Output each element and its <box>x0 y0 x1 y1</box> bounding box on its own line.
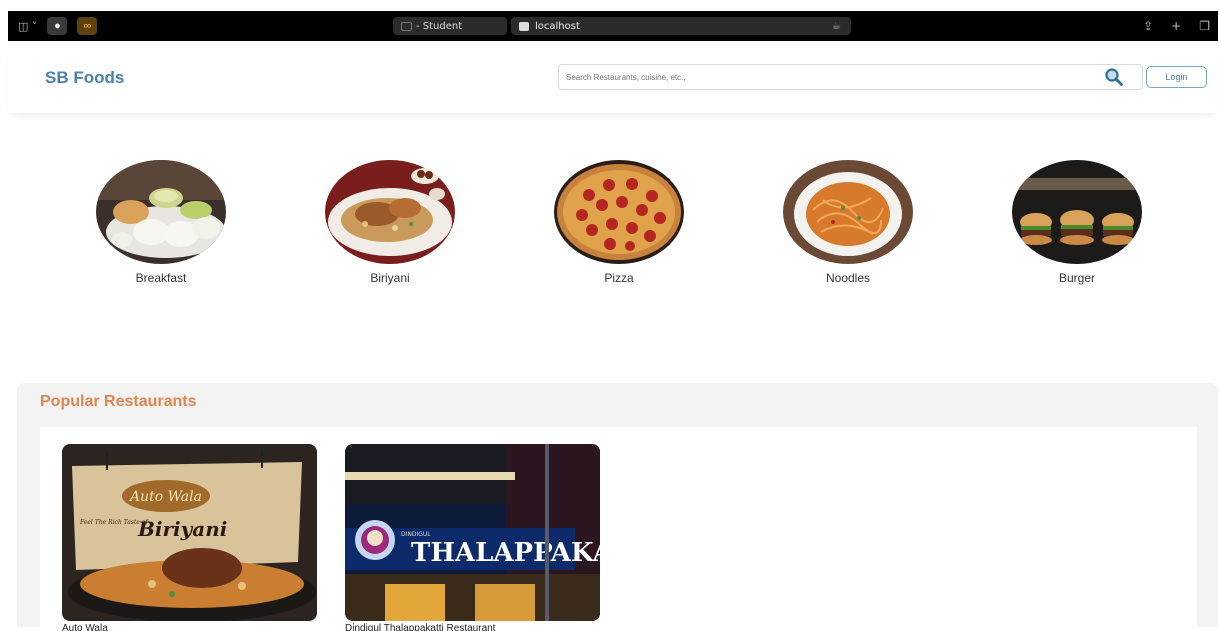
browser-tab-student[interactable]: - Student <box>393 17 507 35</box>
tab-title: - Student <box>416 20 463 32</box>
sidebar-toggle-icon[interactable]: ◫ ˅ <box>18 20 37 33</box>
category-label: Breakfast <box>135 271 187 285</box>
restaurant-list: Auto Wala Feel The Rich Taste of Biriyan… <box>40 427 1197 631</box>
search-icon[interactable] <box>1102 65 1126 89</box>
pizza-photo-icon[interactable] <box>554 160 684 264</box>
category-noodles[interactable]: Noodles <box>783 160 913 285</box>
category-label: Pizza <box>604 271 634 285</box>
url-text: localhost <box>535 20 580 32</box>
section-title: Popular Restaurants <box>40 393 197 410</box>
address-bar[interactable]: localhost ☕ <box>511 17 851 35</box>
popular-restaurants-section: Popular Restaurants Auto Wala Feel The R… <box>17 383 1218 631</box>
category-biriyani[interactable]: Biriyani <box>325 160 455 285</box>
restaurant-card[interactable]: THALAPPAKATTI DINDIGUL Dindigul Thalappa… <box>345 444 600 631</box>
category-breakfast[interactable]: Breakfast <box>96 160 226 285</box>
browser-toolbar: ◫ ˅ ● ∞ - Student localhost ☕ ⇪ + ❐ <box>8 11 1218 41</box>
category-label: Biriyani <box>370 271 410 285</box>
search-input[interactable] <box>558 64 1143 90</box>
site-header: SB Foods Login <box>8 41 1218 113</box>
login-button[interactable]: Login <box>1146 66 1207 88</box>
extension-icon[interactable]: ∞ <box>77 17 98 35</box>
biryani-photo-icon[interactable] <box>325 160 455 264</box>
category-label: Noodles <box>825 271 871 285</box>
restaurant-photo[interactable]: THALAPPAKATTI DINDIGUL <box>345 444 600 621</box>
share-icon[interactable]: ⇪ <box>1143 19 1153 33</box>
restaurant-card[interactable]: Auto Wala Feel The Rich Taste of Biriyan… <box>62 444 317 631</box>
github-extension-icon[interactable]: ● <box>47 17 68 35</box>
site-logo[interactable]: SB Foods <box>45 68 124 88</box>
site-favicon-icon <box>519 21 529 31</box>
tab-group-icon <box>401 21 412 31</box>
restaurant-photo[interactable]: Auto Wala Feel The Rich Taste of Biriyan… <box>62 444 317 621</box>
reader-icon[interactable]: ☕ <box>832 21 841 32</box>
category-pizza[interactable]: Pizza <box>554 160 684 285</box>
sign-brand-text: Auto Wala <box>128 489 202 505</box>
category-burger[interactable]: Burger <box>1012 160 1142 285</box>
noodles-photo-icon[interactable] <box>783 160 913 264</box>
sign-dish-text: Biriyani <box>137 517 227 541</box>
sign-name-text: THALAPPAKATTI <box>411 538 600 568</box>
new-tab-icon[interactable]: + <box>1171 19 1181 33</box>
tab-overview-icon[interactable]: ❐ <box>1199 19 1210 33</box>
burger-photo-icon[interactable] <box>1012 160 1142 264</box>
sign-brand-text: DINDIGUL <box>401 531 431 538</box>
category-label: Burger <box>1058 271 1096 285</box>
idli-photo-icon[interactable] <box>96 160 226 264</box>
